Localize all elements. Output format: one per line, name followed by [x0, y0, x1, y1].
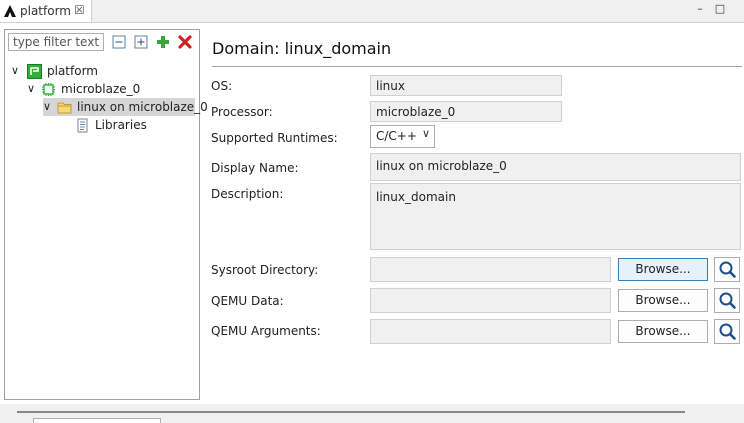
runtimes-select[interactable]: C/C++ ∨	[370, 125, 435, 148]
search-icon	[719, 292, 736, 309]
folder-icon	[57, 102, 72, 114]
processor-field: microblaze_0	[370, 101, 562, 122]
search-icon	[719, 323, 736, 340]
document-icon	[77, 118, 88, 133]
domain-tree-panel: ∨ platform ∨ microblaze_0 ∨ linux on mic…	[4, 29, 208, 400]
processor-label: Processor:	[211, 105, 273, 119]
tree-item-label: platform	[47, 64, 98, 78]
title-divider	[212, 66, 742, 67]
qemu-args-field[interactable]	[370, 319, 611, 344]
platform-icon	[27, 64, 42, 79]
tree-item-platform[interactable]: ∨ platform	[11, 62, 161, 80]
tab-label: platform	[20, 4, 71, 18]
display-name-label: Display Name:	[211, 161, 299, 175]
sysroot-search-button[interactable]	[714, 257, 740, 282]
horizontal-scrollbar[interactable]	[17, 411, 685, 413]
minimize-icon[interactable]: –	[693, 2, 707, 16]
qemu-args-browse-button[interactable]: Browse...	[618, 320, 708, 343]
os-field: linux	[370, 75, 562, 96]
tree-item-label: linux on microblaze_0	[77, 100, 208, 114]
add-icon[interactable]	[155, 34, 171, 50]
tree-item-label: microblaze_0	[61, 82, 141, 96]
description-field[interactable]: linux_domain	[370, 183, 741, 250]
tree-item-microblaze[interactable]: ∨ microblaze_0	[27, 80, 177, 98]
chevron-down-icon[interactable]: ∨	[11, 62, 23, 80]
qemu-args-search-button[interactable]	[714, 319, 740, 344]
qemu-data-browse-button[interactable]: Browse...	[618, 289, 708, 312]
tree-item-label: Libraries	[95, 118, 147, 132]
sysroot-browse-button[interactable]: Browse...	[618, 258, 708, 281]
runtimes-label: Supported Runtimes:	[211, 131, 338, 145]
expand-all-icon[interactable]	[133, 34, 149, 50]
app-logo-icon	[4, 5, 16, 17]
os-label: OS:	[211, 79, 233, 93]
tree-item-libraries[interactable]: Libraries	[75, 116, 185, 134]
sysroot-label: Sysroot Directory:	[211, 263, 319, 277]
bottom-tab-edge	[33, 418, 161, 423]
maximize-icon[interactable]: □	[713, 2, 727, 16]
chevron-down-icon[interactable]: ∨	[43, 98, 55, 116]
qemu-data-field[interactable]	[370, 288, 611, 313]
close-icon[interactable]: ☒	[74, 3, 85, 17]
display-name-field[interactable]: linux on microblaze_0	[370, 153, 741, 181]
qemu-args-label: QEMU Arguments:	[211, 324, 321, 338]
page-title: Domain: linux_domain	[212, 39, 392, 58]
chevron-down-icon[interactable]: ∨	[27, 80, 39, 98]
collapse-all-icon[interactable]	[111, 34, 127, 50]
delete-icon[interactable]	[177, 34, 193, 50]
chevron-down-icon: ∨	[421, 127, 430, 140]
processor-chip-icon	[42, 83, 55, 96]
qemu-data-label: QEMU Data:	[211, 294, 284, 308]
description-label: Description:	[211, 187, 284, 201]
sysroot-field[interactable]	[370, 257, 611, 282]
filter-input[interactable]	[8, 33, 104, 51]
search-icon	[719, 261, 736, 278]
qemu-data-search-button[interactable]	[714, 288, 740, 313]
tab-platform[interactable]: platform ☒	[0, 0, 92, 22]
editor-tab-bar: platform ☒ – □	[0, 0, 744, 23]
tree-item-linux-domain[interactable]: ∨ linux on microblaze_0	[43, 98, 208, 116]
runtimes-value: C/C++	[376, 129, 417, 143]
